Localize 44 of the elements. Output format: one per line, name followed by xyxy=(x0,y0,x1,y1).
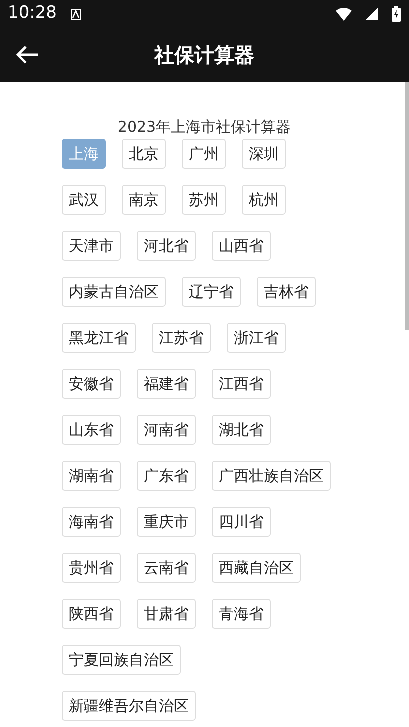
region-chip[interactable]: 青海省 xyxy=(212,599,271,629)
region-chip[interactable]: 杭州 xyxy=(242,185,286,215)
region-chip[interactable]: 河南省 xyxy=(137,415,196,445)
region-chip[interactable]: 江西省 xyxy=(212,369,271,399)
region-chip[interactable]: 苏州 xyxy=(182,185,226,215)
region-chip[interactable]: 湖北省 xyxy=(212,415,271,445)
region-chip[interactable]: 西藏自治区 xyxy=(212,553,301,583)
region-chip[interactable]: 黑龙江省 xyxy=(62,323,136,353)
notification-icon xyxy=(71,8,81,20)
region-chip[interactable]: 北京 xyxy=(122,139,166,169)
page-title: 社保计算器 xyxy=(153,42,256,69)
region-chip[interactable]: 广西壮族自治区 xyxy=(212,461,331,491)
region-chip[interactable]: 海南省 xyxy=(62,507,121,537)
wifi-icon xyxy=(336,8,352,20)
region-chip[interactable]: 吉林省 xyxy=(257,277,316,307)
region-chip[interactable]: 安徽省 xyxy=(62,369,121,399)
region-chip[interactable]: 宁夏回族自治区 xyxy=(62,645,181,675)
status-time: 10:28 xyxy=(8,2,57,26)
region-chip[interactable]: 山东省 xyxy=(62,415,121,445)
calculator-heading: 2023年上海市社保计算器 xyxy=(116,117,292,138)
region-chip[interactable]: 河北省 xyxy=(137,231,196,261)
region-chip[interactable]: 江苏省 xyxy=(152,323,211,353)
region-chip[interactable]: 云南省 xyxy=(137,553,196,583)
region-chip[interactable]: 天津市 xyxy=(62,231,121,261)
region-chip[interactable]: 广东省 xyxy=(137,461,196,491)
region-chip[interactable]: 内蒙古自治区 xyxy=(62,277,166,307)
region-chip[interactable]: 湖南省 xyxy=(62,461,121,491)
region-chip[interactable]: 四川省 xyxy=(212,507,271,537)
battery-icon xyxy=(392,6,401,22)
region-chip[interactable]: 甘肃省 xyxy=(137,599,196,629)
region-chip[interactable]: 武汉 xyxy=(62,185,106,215)
region-chip[interactable]: 重庆市 xyxy=(137,507,196,537)
back-arrow-icon xyxy=(15,45,39,65)
signal-icon xyxy=(366,8,378,20)
region-chip[interactable]: 辽宁省 xyxy=(182,277,241,307)
region-chip[interactable]: 贵州省 xyxy=(62,553,121,583)
region-chip[interactable]: 深圳 xyxy=(242,139,286,169)
region-chip[interactable]: 新疆维吾尔自治区 xyxy=(62,691,196,721)
region-chip[interactable]: 山西省 xyxy=(212,231,271,261)
region-chip[interactable]: 陕西省 xyxy=(62,599,121,629)
region-chip[interactable]: 广州 xyxy=(182,139,226,169)
region-chip[interactable]: 南京 xyxy=(122,185,166,215)
region-chip[interactable]: 浙江省 xyxy=(227,323,286,353)
region-chip[interactable]: 福建省 xyxy=(137,369,196,399)
